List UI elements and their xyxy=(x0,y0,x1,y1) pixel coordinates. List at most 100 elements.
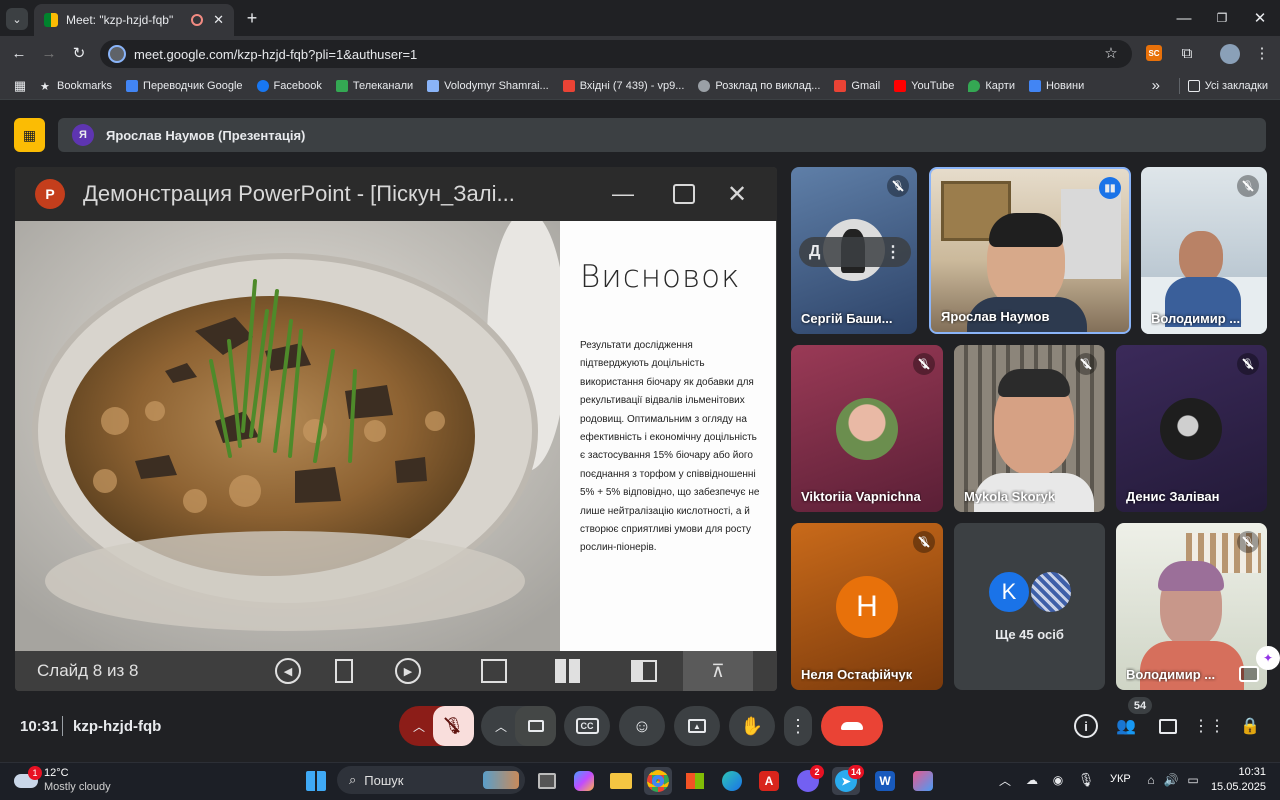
camera-toggle-button[interactable] xyxy=(515,706,556,746)
bookmark-item[interactable]: Facebook xyxy=(256,79,322,92)
acrobat-icon[interactable]: A xyxy=(755,767,783,795)
activities-grid-icon[interactable]: ⋮⋮ xyxy=(1193,714,1225,738)
telegram-icon[interactable]: ➤ 14 xyxy=(832,765,864,795)
task-view-icon[interactable] xyxy=(533,767,561,795)
bookmark-item[interactable]: Новини xyxy=(1028,79,1084,92)
file-explorer-icon[interactable] xyxy=(607,767,635,795)
windows-start-icon[interactable] xyxy=(302,767,330,795)
powerpoint-logo-icon: P xyxy=(35,179,65,209)
address-bar[interactable]: meet.google.com/kzp-hzjd-fqb?pli=1&authu… xyxy=(100,40,1132,68)
participant-tile[interactable]: 🎙 Володимир ... xyxy=(1141,167,1267,334)
bookmark-star-icon[interactable]: ☆ xyxy=(1100,42,1122,64)
browser-tab-meet[interactable]: Meet: "kzp-hzjd-fqb" ✕ xyxy=(34,4,234,36)
word-icon[interactable]: W xyxy=(871,767,899,795)
taskbar-search-box[interactable]: ⌕ Пошук xyxy=(337,766,525,794)
back-arrow-icon[interactable]: ← xyxy=(8,42,30,64)
mic-off-icon: 🎙 xyxy=(1237,175,1259,197)
chrome-taskbar-icon[interactable] xyxy=(644,767,672,795)
weather-widget[interactable]: 1 xyxy=(12,766,42,792)
captions-icon: CC xyxy=(575,718,599,734)
more-options-button[interactable]: ⋮ xyxy=(784,706,812,746)
bookmark-item[interactable]: Розклад по виклад... xyxy=(698,79,820,92)
participant-tile[interactable]: 🎙 Viktoriia Vapnichna xyxy=(791,345,943,512)
mic-off-icon: 🎙 xyxy=(1237,531,1259,553)
participant-avatar: Н xyxy=(836,576,898,638)
raise-hand-button[interactable]: ✋ xyxy=(729,706,775,746)
participant-tile[interactable]: Д ⋮ 🎙 Сергій Баши... xyxy=(791,167,917,334)
bookmark-item[interactable]: Карти xyxy=(968,79,1015,92)
participant-tile[interactable]: 🎙 Mykola Skoryk xyxy=(954,345,1105,512)
apps-grid-icon[interactable]: ▦ xyxy=(0,78,40,94)
captions-button[interactable]: CC xyxy=(564,706,610,746)
restore-window-button[interactable]: ❐ xyxy=(1210,6,1234,30)
chat-icon[interactable] xyxy=(1156,714,1180,738)
host-controls-lock-icon[interactable]: 🔒 xyxy=(1238,714,1262,738)
tile-hover-controls[interactable]: Д ⋮ xyxy=(799,237,911,267)
chevron-up-icon: ︿ xyxy=(413,719,426,734)
viber-icon[interactable]: 2 xyxy=(794,765,824,795)
presentation-icon[interactable]: ▦ xyxy=(14,118,45,152)
chrome-menu-icon[interactable]: ⋮ xyxy=(1252,42,1272,64)
tab-close-icon[interactable]: ✕ xyxy=(213,12,224,28)
slideshow-view-icon: ⊼ xyxy=(683,651,753,691)
network-icon[interactable]: ⌂ xyxy=(1142,770,1160,790)
bookmark-item[interactable]: Вхідні (7 439) - vp9... xyxy=(562,79,684,92)
reload-icon[interactable]: ↻ xyxy=(68,42,90,64)
recording-indicator-icon xyxy=(191,14,204,26)
clock-date[interactable]: 15.05.2025 xyxy=(1208,781,1266,793)
bookmark-item[interactable]: Телеканали xyxy=(335,79,413,92)
present-now-button[interactable]: ▲ xyxy=(674,706,720,746)
battery-icon[interactable]: ▭ xyxy=(1184,770,1202,790)
slide-sorter-icon xyxy=(555,659,581,683)
extensions-puzzle-icon[interactable]: ⧉ xyxy=(1176,42,1198,64)
tab-search-button[interactable]: ⌄ xyxy=(6,8,28,30)
meeting-details-info-icon[interactable]: i xyxy=(1074,714,1098,738)
people-icon[interactable]: 👥 xyxy=(1114,714,1138,738)
participant-tile[interactable]: 🎙 Денис Заліван xyxy=(1116,345,1267,512)
microsoft-store-icon[interactable] xyxy=(681,767,709,795)
profile-avatar[interactable] xyxy=(1220,44,1240,64)
participant-tile[interactable]: Н 🎙 Неля Остафійчук xyxy=(791,523,943,690)
copilot-icon[interactable] xyxy=(570,767,598,795)
more-bookmarks-chevron-icon[interactable]: » xyxy=(1141,77,1171,94)
forward-arrow-icon[interactable]: → xyxy=(38,42,60,64)
microphone-toggle-button[interactable]: 🎙 xyxy=(433,706,474,746)
chrome-tray-icon[interactable]: ◉ xyxy=(1048,770,1068,790)
show-hidden-icons-chevron[interactable]: ︿ xyxy=(996,770,1014,790)
extension-sc-icon[interactable]: SC xyxy=(1146,45,1162,61)
reactions-button[interactable]: ☺ xyxy=(619,706,665,746)
bookmark-item[interactable]: Volodymyr Shamrai... xyxy=(427,79,549,92)
snipping-tool-icon[interactable] xyxy=(909,767,937,795)
volume-icon[interactable]: 🔊 xyxy=(1162,770,1180,790)
microphone-tray-icon[interactable]: 🎙 xyxy=(1076,770,1096,790)
close-window-button[interactable]: ✕ xyxy=(1248,6,1272,30)
participant-name: Ярослав Наумов xyxy=(941,309,1050,324)
all-bookmarks-folder[interactable]: Усі закладки xyxy=(1187,79,1268,92)
participant-name: Денис Заліван xyxy=(1126,489,1220,504)
bookmark-item[interactable]: Переводчик Google xyxy=(126,79,243,92)
edge-icon[interactable] xyxy=(718,767,746,795)
slide-heading: Висновок xyxy=(580,259,741,295)
meeting-time: 10:31 xyxy=(20,718,59,735)
onedrive-status-icon[interactable]: ☁ xyxy=(1022,770,1042,790)
participant-tile[interactable]: 🎙 Володимир ... xyxy=(1116,523,1267,690)
mic-off-icon: 🎙 xyxy=(443,716,464,736)
bookmark-item[interactable]: YouTube xyxy=(894,79,954,92)
clock-time[interactable]: 10:31 xyxy=(1214,766,1266,778)
leave-call-button[interactable] xyxy=(821,706,883,746)
bookmark-item[interactable]: ★ Bookmarks xyxy=(40,80,112,93)
tile-more-icon[interactable]: ⋮ xyxy=(885,242,901,262)
camera-icon xyxy=(527,720,544,732)
keyboard-language[interactable]: УКР xyxy=(1110,773,1131,785)
slide-photo-seedlings xyxy=(15,221,560,651)
minimize-window-button[interactable]: — xyxy=(1172,6,1196,30)
gemini-icon[interactable]: ✦ xyxy=(1256,646,1280,670)
participant-tile-active-speaker[interactable]: ▮▮ Ярослав Наумов xyxy=(929,167,1131,334)
bookmark-item[interactable]: Gmail xyxy=(834,79,880,92)
search-icon: ⌕ xyxy=(349,772,357,787)
next-slide-icon: ▶ xyxy=(395,658,421,684)
new-tab-button[interactable]: + xyxy=(242,8,262,28)
shared-screen: P Демонстрация PowerPoint - [Піскун_Залі… xyxy=(15,167,777,691)
more-participants-tile[interactable]: K Ще 45 осіб xyxy=(954,523,1105,690)
site-info-icon[interactable] xyxy=(108,45,126,63)
